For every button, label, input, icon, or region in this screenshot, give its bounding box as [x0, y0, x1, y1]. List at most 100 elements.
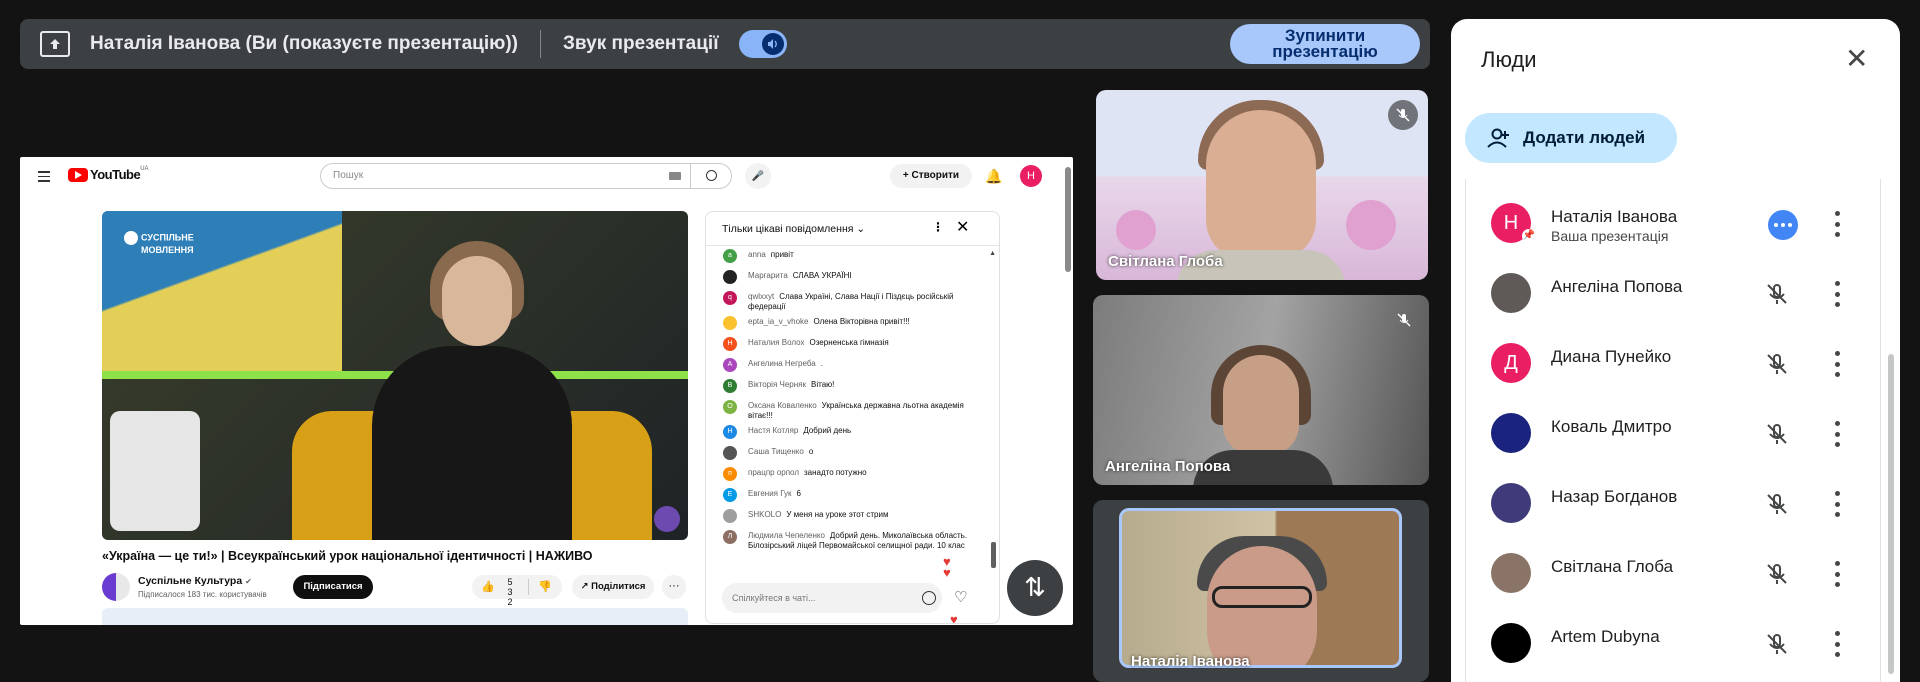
stop-label-line2: презентацію — [1272, 42, 1378, 61]
participant-row[interactable]: Назар Богданов — [1466, 469, 1882, 539]
panel-scrollbar[interactable] — [1888, 354, 1894, 674]
participant-tile[interactable]: Ангеліна Попова — [1093, 295, 1429, 485]
keyboard-icon[interactable] — [669, 172, 681, 180]
mic-off-icon[interactable] — [1764, 491, 1790, 517]
chat-text: 6 — [796, 489, 801, 498]
heart-react-icon[interactable]: ♡ — [954, 588, 967, 606]
chat-avatar — [723, 270, 737, 284]
chat-close-icon[interactable]: ✕ — [956, 217, 969, 237]
mic-off-icon[interactable] — [1764, 631, 1790, 657]
video-corner-logo — [654, 506, 680, 532]
chat-text: занадто потужно — [804, 468, 867, 477]
presentation-sound-toggle[interactable] — [738, 30, 787, 58]
chat-author[interactable]: Настя Котляр — [748, 426, 798, 435]
chat-author[interactable]: Наталия Волох — [748, 338, 805, 347]
participant-row[interactable]: Н Наталія Іванова Ваша презентація 📌 — [1466, 189, 1882, 259]
chat-author[interactable]: Евгения Гук — [748, 489, 792, 498]
chat-author[interactable]: anna — [748, 250, 766, 259]
chat-text: СЛАВА УКРАЇНІ — [792, 271, 852, 280]
more-options-icon[interactable] — [1832, 421, 1842, 447]
participant-avatar: Д — [1491, 343, 1531, 383]
search-icon[interactable] — [706, 170, 717, 181]
chat-author[interactable]: Людмила Чепеленко — [748, 531, 825, 540]
add-people-button[interactable]: Додати людей — [1465, 113, 1677, 163]
audio-level-icon — [1768, 210, 1798, 240]
mic-off-icon[interactable] — [1764, 281, 1790, 307]
voice-search-icon[interactable]: 🎤 — [745, 163, 771, 189]
participant-row[interactable]: Artem Dubyna — [1466, 609, 1882, 679]
chat-menu-icon[interactable]: ⋮ — [932, 220, 944, 234]
chat-avatar: п — [723, 467, 737, 481]
chat-avatar: Н — [723, 425, 737, 439]
chat-filter-dropdown[interactable]: Тільки цікаві повідомлення ⌄ — [722, 223, 865, 235]
mic-off-icon — [1389, 305, 1419, 335]
more-options-icon[interactable] — [1832, 631, 1842, 657]
chat-author[interactable]: SHKOLO — [748, 510, 781, 519]
mic-off-icon[interactable] — [1764, 561, 1790, 587]
participant-row[interactable]: Ангеліна Попова — [1466, 259, 1882, 329]
chat-scrollbar[interactable] — [991, 542, 996, 568]
participant-row[interactable]: Світлана Глоба — [1466, 539, 1882, 609]
youtube-header: YouTube UA Пошук 🎤 + Створити 🔔 Н — [20, 157, 1073, 197]
subscribe-button[interactable]: Підписатися — [293, 575, 373, 599]
chat-author[interactable]: Оксана Коваленко — [748, 401, 817, 410]
channel-avatar[interactable] — [102, 573, 130, 601]
more-options-icon[interactable] — [1832, 491, 1842, 517]
more-options-icon[interactable] — [1832, 211, 1842, 237]
chat-author[interactable]: Маргарита — [748, 271, 788, 280]
create-button[interactable]: + Створити — [890, 164, 972, 188]
thumbs-down-icon[interactable]: 👎 — [538, 580, 552, 593]
presenter-label: Наталія Іванова (Ви (показуєте презентац… — [90, 33, 519, 54]
chat-message: О Оксана Коваленко Українська державна льо… — [706, 399, 986, 421]
page-scrollbar[interactable] — [1065, 167, 1071, 272]
youtube-search-input[interactable]: Пошук — [320, 163, 732, 189]
participant-row[interactable]: Д Диана Пунейко — [1466, 329, 1882, 399]
participant-name: Ангеліна Попова — [1551, 277, 1683, 296]
mic-off-icon — [1388, 100, 1418, 130]
channel-name[interactable]: Суспільне Культура ✔ — [138, 575, 252, 587]
chat-author[interactable]: epta_ia_v_vhoke — [748, 317, 809, 326]
shared-screen: YouTube UA Пошук 🎤 + Створити 🔔 Н СУСПІЛ… — [20, 157, 1073, 625]
chat-author[interactable]: qwlxxyt — [748, 292, 774, 301]
menu-icon[interactable] — [38, 171, 50, 182]
more-options-icon[interactable] — [1832, 281, 1842, 307]
chat-text: . — [820, 359, 823, 368]
participant-name: Ангеліна Попова — [1105, 458, 1231, 475]
share-button[interactable]: ↗ Поділитися — [572, 575, 654, 599]
close-icon[interactable]: ✕ — [1845, 45, 1868, 73]
participant-avatar — [1491, 623, 1531, 663]
more-actions-icon[interactable]: ··· — [662, 575, 686, 599]
chat-author[interactable]: працпр орпол — [748, 468, 799, 477]
chat-message: Е Евгения Гук 6 — [706, 487, 986, 505]
chat-scroll-up-icon[interactable]: ▲ — [989, 250, 996, 257]
emoji-icon[interactable] — [922, 591, 936, 605]
participant-row[interactable]: Коваль Дмитро — [1466, 399, 1882, 469]
more-options-icon[interactable] — [1832, 561, 1842, 587]
chat-avatar: q — [723, 291, 737, 305]
chat-message: SHKOLO У меня на уроке этот стрим — [706, 508, 986, 526]
chat-input[interactable]: Спілкуйтеся в чаті... — [722, 583, 942, 613]
chat-message: п працпр орпол занадто потужно — [706, 466, 986, 484]
youtube-logo[interactable]: YouTube UA — [68, 166, 149, 182]
video-player[interactable]: СУСПІЛЬНЕ МОВЛЕННЯ — [102, 211, 688, 540]
chat-text: Слава Україні, Слава Нації і Піздєць рос… — [748, 292, 954, 311]
stop-presenting-button[interactable]: Зупинити презентацію — [1230, 24, 1420, 64]
chat-author[interactable]: Вікторія Черняк — [748, 380, 806, 389]
more-options-icon[interactable] — [1832, 351, 1842, 377]
participant-tile-self[interactable]: Наталія Іванова — [1093, 500, 1429, 682]
chat-message: Н Настя Котляр Добрий день — [706, 424, 986, 442]
chat-author[interactable]: Саша Тищенко — [748, 447, 804, 456]
mic-off-icon[interactable] — [1764, 351, 1790, 377]
chat-avatar — [723, 316, 737, 330]
swap-layout-button[interactable]: ⇅ — [1007, 560, 1063, 616]
description-box[interactable] — [102, 608, 688, 625]
channel-watermark: СУСПІЛЬНЕ МОВЛЕННЯ — [124, 231, 194, 255]
thumbs-up-icon[interactable]: 👍 — [481, 580, 495, 593]
mic-off-icon[interactable] — [1764, 421, 1790, 447]
reaction-hearts: ♥ ♥ — [943, 554, 951, 580]
participant-tile[interactable]: Світлана Глоба — [1096, 90, 1428, 280]
chat-message: epta_ia_v_vhoke Олена Вікторівна привіт!!… — [706, 315, 986, 333]
chat-author[interactable]: Ангелина Негреба — [748, 359, 816, 368]
notifications-bell-icon[interactable]: 🔔 — [985, 168, 1002, 185]
youtube-avatar[interactable]: Н — [1020, 165, 1042, 187]
